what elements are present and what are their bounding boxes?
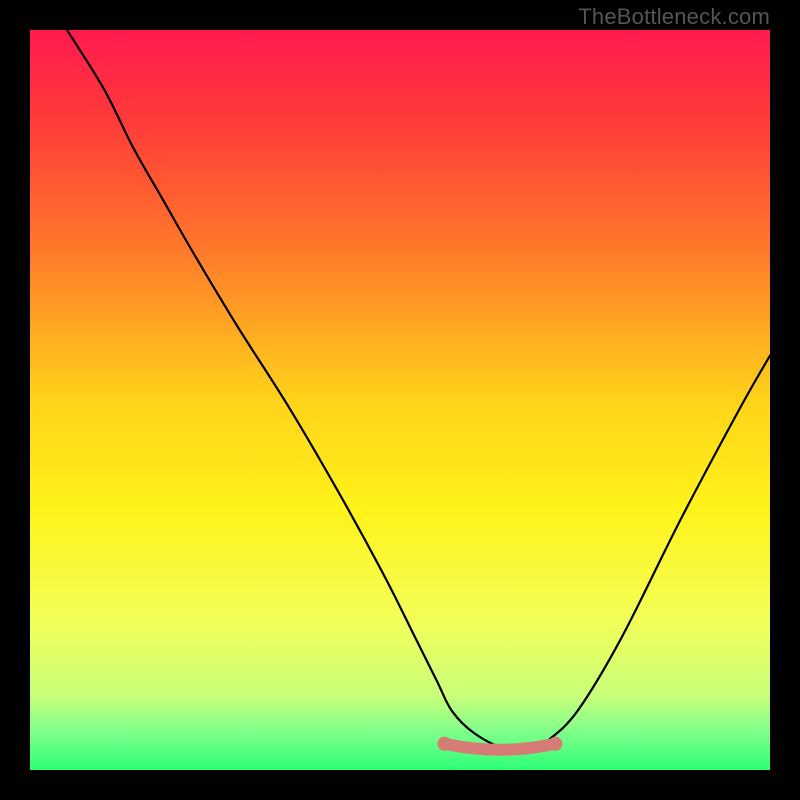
watermark-text: TheBottleneck.com <box>578 4 770 30</box>
background-gradient <box>30 30 770 770</box>
plot-area <box>30 30 770 770</box>
chart-frame: TheBottleneck.com <box>0 0 800 800</box>
